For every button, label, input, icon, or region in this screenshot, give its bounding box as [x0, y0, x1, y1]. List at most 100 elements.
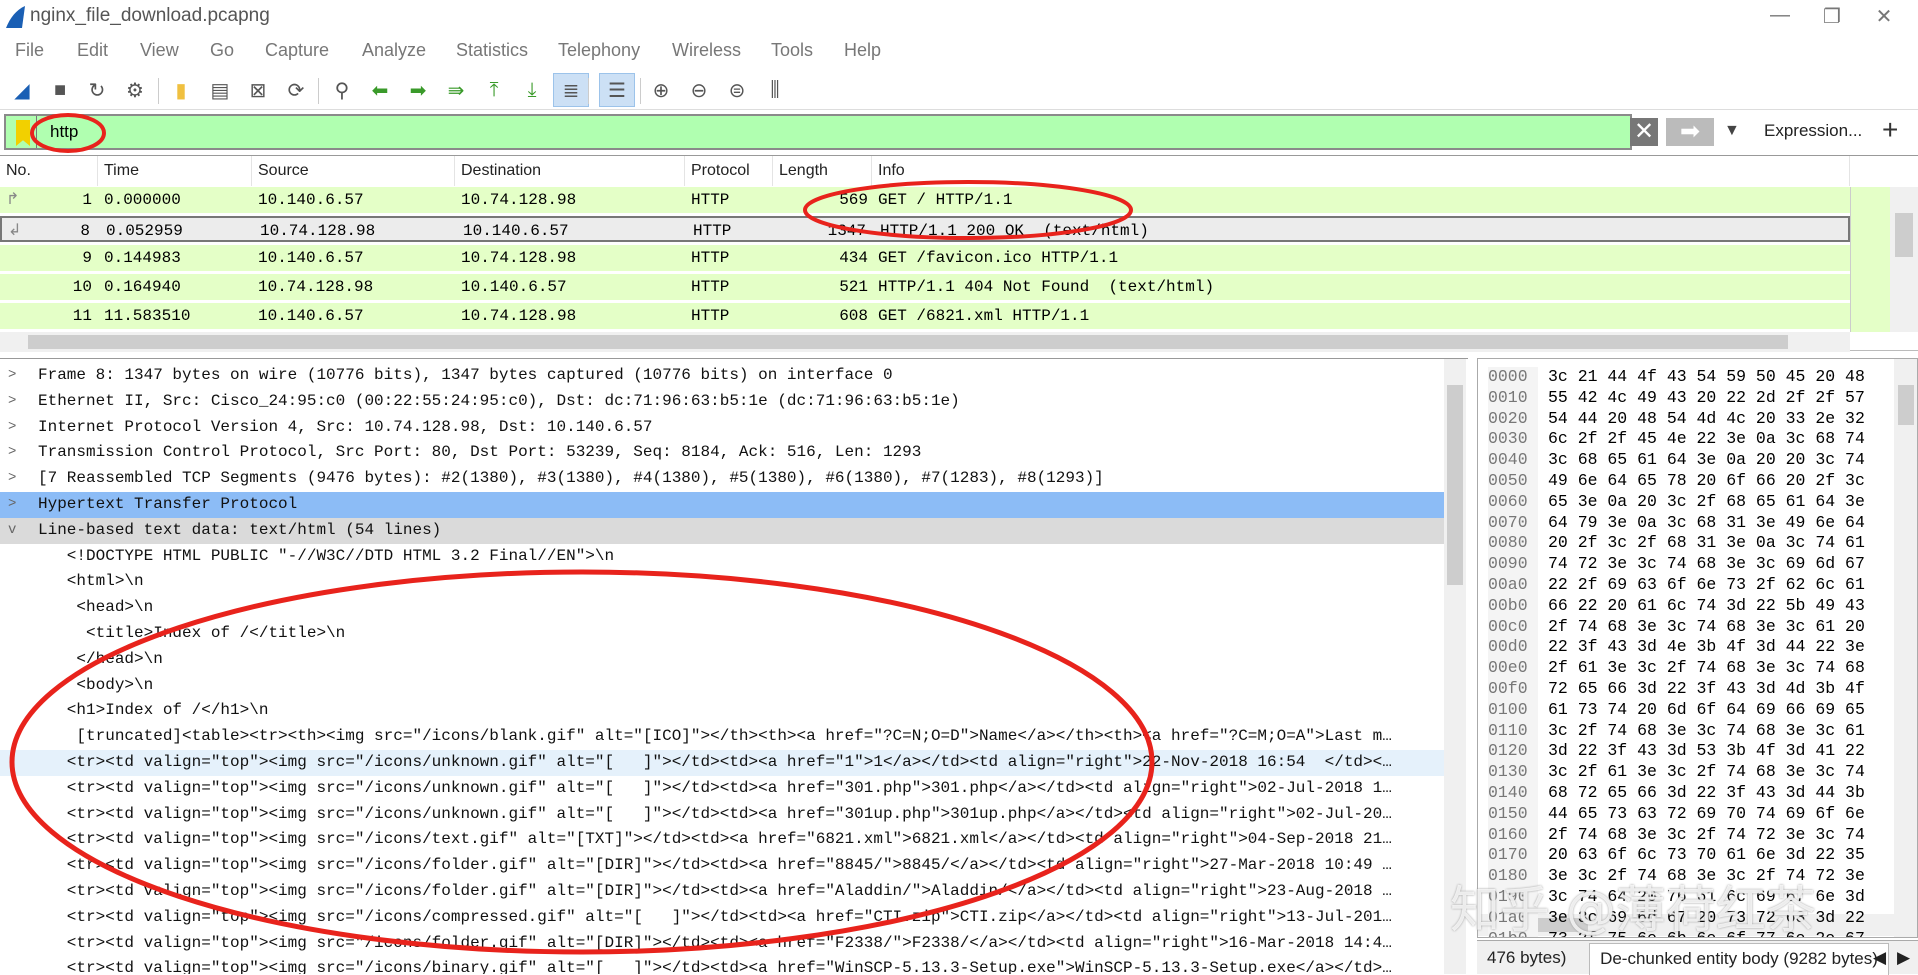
- chevron-right-icon[interactable]: >: [8, 389, 16, 415]
- colorize-icon[interactable]: ☰: [599, 73, 635, 107]
- chevron-right-icon[interactable]: >: [8, 440, 16, 466]
- packet-row[interactable]: 1 0.000000 10.140.6.57 10.74.128.98 HTTP 569 G…: [0, 187, 1850, 213]
- detail-row[interactable]: <!DOCTYPE HTML PUBLIC "-//W3C//DTD HTML …: [0, 544, 1444, 570]
- menu-tools[interactable]: Tools: [771, 40, 813, 61]
- packet-row[interactable]: 8 0.052959 10.74.128.98 10.140.6.57 HTTP 1347…: [0, 216, 1850, 242]
- detail-row[interactable]: > Hypertext Transfer Protocol: [0, 492, 1444, 518]
- zoom-out-icon[interactable]: ⊖: [685, 76, 713, 104]
- scroll-left-icon[interactable]: ◀: [1869, 943, 1890, 975]
- close-button[interactable]: ✕: [1864, 4, 1904, 29]
- detail-row[interactable]: <head>\n: [0, 595, 1444, 621]
- detail-row[interactable]: [truncated]<table><tr><th><img src="/ico…: [0, 724, 1444, 750]
- menu-wireless[interactable]: Wireless: [672, 40, 741, 61]
- detail-row[interactable]: <tr><td valign="top"><img src="/icons/bi…: [0, 956, 1444, 974]
- options-gear-icon[interactable]: ⚙: [121, 76, 149, 104]
- detail-row[interactable]: <tr><td valign="top"><img src="/icons/co…: [0, 905, 1444, 931]
- menu-help[interactable]: Help: [844, 40, 881, 61]
- first-packet-icon[interactable]: ⤒: [480, 76, 508, 104]
- last-packet-icon[interactable]: ⤓: [518, 76, 546, 104]
- chevron-right-icon[interactable]: >: [8, 415, 16, 441]
- display-filter-bar[interactable]: http: [4, 114, 1632, 150]
- cell-proto: HTTP: [691, 278, 730, 296]
- apply-filter-button[interactable]: ➡: [1666, 118, 1714, 146]
- packet-list-horizontal-scrollbar[interactable]: [0, 332, 1850, 352]
- bytes-tab[interactable]: 476 bytes): [1477, 943, 1576, 975]
- detail-row[interactable]: <tr><td valign="top"><img src="/icons/un…: [0, 802, 1444, 828]
- menu-statistics[interactable]: Statistics: [456, 40, 528, 61]
- menu-file[interactable]: File: [15, 40, 44, 61]
- detail-row[interactable]: </head>\n: [0, 647, 1444, 673]
- detail-row[interactable]: <title>Index of /</title>\n: [0, 621, 1444, 647]
- reload-icon[interactable]: ⟳: [282, 76, 310, 104]
- detail-row[interactable]: > Internet Protocol Version 4, Src: 10.74…: [0, 415, 1444, 441]
- stop-icon[interactable]: ■: [46, 76, 74, 104]
- menu-telephony[interactable]: Telephony: [558, 40, 640, 61]
- detail-row[interactable]: > Ethernet II, Src: Cisco_24:95:c0 (00:22…: [0, 389, 1444, 415]
- scroll-thumb[interactable]: [1447, 385, 1463, 585]
- detail-row[interactable]: <h1>Index of /</h1>\n: [0, 698, 1444, 724]
- open-folder-icon[interactable]: ▮: [167, 76, 195, 104]
- add-filter-button[interactable]: +: [1882, 114, 1898, 146]
- column-header-protocol[interactable]: Protocol: [685, 156, 773, 186]
- chevron-right-icon[interactable]: >: [8, 363, 16, 389]
- packet-row[interactable]: 10 0.164940 10.74.128.98 10.140.6.57 HTTP 521…: [0, 274, 1850, 300]
- menu-capture[interactable]: Capture: [265, 40, 329, 61]
- detail-row[interactable]: <tr><td valign="top"><img src="/icons/un…: [0, 750, 1444, 776]
- go-to-packet-icon[interactable]: ⇛: [442, 76, 470, 104]
- detail-row[interactable]: > Transmission Control Protocol, Src Port…: [0, 440, 1444, 466]
- forward-arrow-icon[interactable]: ➡: [404, 76, 432, 104]
- scroll-right-icon[interactable]: ▶: [1893, 943, 1914, 975]
- detail-row[interactable]: <tr><td valign="top"><img src="/icons/fo…: [0, 853, 1444, 879]
- packet-minimap[interactable]: [1850, 187, 1890, 332]
- detail-row[interactable]: <tr><td valign="top"><img src="/icons/fo…: [0, 879, 1444, 905]
- packet-row[interactable]: 9 0.144983 10.140.6.57 10.74.128.98 HTTP 434 G…: [0, 245, 1850, 271]
- zoom-in-icon[interactable]: ⊕: [647, 76, 675, 104]
- detail-row[interactable]: > [7 Reassembled TCP Segments (9476 bytes…: [0, 466, 1444, 492]
- close-file-icon[interactable]: ⊠: [244, 76, 272, 104]
- expression-button[interactable]: Expression...: [1764, 121, 1862, 141]
- clear-filter-button[interactable]: ✕: [1630, 118, 1658, 146]
- menu-view[interactable]: View: [140, 40, 179, 61]
- resize-columns-icon[interactable]: ⫼: [761, 76, 789, 104]
- scroll-thumb[interactable]: [1898, 385, 1914, 425]
- menu-analyze[interactable]: Analyze: [362, 40, 426, 61]
- menu-go[interactable]: Go: [210, 40, 234, 61]
- column-header-length[interactable]: Length: [773, 156, 872, 186]
- display-filter-input[interactable]: http: [50, 122, 78, 142]
- details-vertical-scrollbar[interactable]: [1444, 359, 1466, 974]
- column-header-info[interactable]: Info: [872, 156, 1850, 186]
- column-header-no[interactable]: No.: [0, 156, 98, 186]
- chevron-down-icon[interactable]: v: [8, 518, 16, 544]
- shark-fin-start-icon[interactable]: ◢: [8, 76, 36, 104]
- packet-list-vertical-scrollbar[interactable]: [1890, 187, 1918, 332]
- file-icon[interactable]: ▤: [206, 76, 234, 104]
- detail-row[interactable]: v Line-based text data: text/html (54 lin…: [0, 517, 1444, 544]
- find-icon[interactable]: ⚲: [328, 76, 356, 104]
- scroll-thumb[interactable]: [1895, 213, 1913, 257]
- restart-icon[interactable]: ↻: [83, 76, 111, 104]
- column-header-source[interactable]: Source: [252, 156, 455, 186]
- detail-row[interactable]: <tr><td valign="top"><img src="/icons/fo…: [0, 931, 1444, 957]
- bookmark-icon[interactable]: [16, 120, 30, 146]
- packet-row[interactable]: 11 11.583510 10.140.6.57 10.74.128.98 HTTP 60…: [0, 303, 1850, 329]
- scroll-thumb[interactable]: [28, 335, 1788, 349]
- detail-row[interactable]: <body>\n: [0, 673, 1444, 699]
- column-header-time[interactable]: Time: [98, 156, 252, 186]
- zoom-reset-icon[interactable]: ⊜: [723, 76, 751, 104]
- detail-row[interactable]: > Frame 8: 1347 bytes on wire (10776 bits…: [0, 363, 1444, 389]
- filter-history-dropdown[interactable]: ▼: [1724, 122, 1740, 140]
- bytes-tab[interactable]: De-chunked entity body (9282 bytes): [1589, 943, 1889, 975]
- autoscroll-icon[interactable]: ≣: [553, 73, 589, 107]
- column-header-destination[interactable]: Destination: [455, 156, 685, 186]
- detail-row[interactable]: <html>\n: [0, 569, 1444, 595]
- back-arrow-icon[interactable]: ⬅: [366, 76, 394, 104]
- detail-row[interactable]: <tr><td valign="top"><img src="/icons/un…: [0, 776, 1444, 802]
- chevron-right-icon[interactable]: >: [8, 466, 16, 492]
- detail-row[interactable]: <tr><td valign="top"><img src="/icons/te…: [0, 827, 1444, 853]
- cell-time: 0.164940: [104, 278, 181, 296]
- chevron-right-icon[interactable]: >: [8, 492, 16, 518]
- restore-button[interactable]: ❐: [1812, 4, 1852, 29]
- bytes-vertical-scrollbar[interactable]: [1894, 359, 1917, 937]
- menu-edit[interactable]: Edit: [77, 40, 108, 61]
- minimize-button[interactable]: —: [1760, 4, 1800, 27]
